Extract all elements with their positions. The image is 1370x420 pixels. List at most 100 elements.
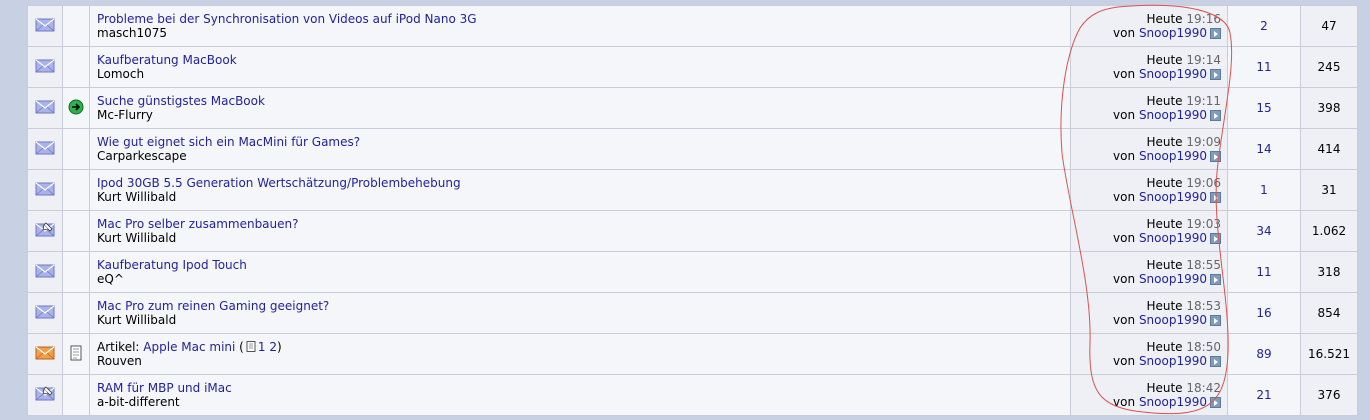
last-post-user-link[interactable]: Snoop1990 xyxy=(1139,395,1207,409)
last-post-time: 18:50 xyxy=(1186,339,1221,354)
table-row: Mac Pro zum reinen Gaming geeignet? Kurt … xyxy=(27,292,1358,334)
replies-count-link[interactable]: 34 xyxy=(1256,224,1271,238)
replies-count-link[interactable]: 1 xyxy=(1260,183,1268,197)
replies-count-link[interactable]: 14 xyxy=(1256,142,1271,156)
last-post-user-link[interactable]: Snoop1990 xyxy=(1139,149,1207,163)
last-post-day: Heute xyxy=(1146,216,1183,231)
last-post-by-label: von xyxy=(1113,148,1136,163)
views-cell: 245 xyxy=(1300,46,1358,88)
views-cell: 854 xyxy=(1300,292,1358,334)
table-row: Kaufberatung Ipod Touch eQ^ Heute 18:55 von… xyxy=(27,251,1358,293)
title-line: RAM für MBP und iMac xyxy=(97,381,1070,395)
last-post-user-link[interactable]: Snoop1990 xyxy=(1139,231,1207,245)
replies-count-link[interactable]: 21 xyxy=(1256,388,1271,402)
title-cell: Probleme bei der Synchronisation von Vid… xyxy=(89,5,1071,47)
goto-last-post-icon[interactable] xyxy=(1210,150,1221,162)
replies-count-link[interactable]: 15 xyxy=(1256,101,1271,115)
post-icon-cell xyxy=(62,251,90,293)
title-line: Artikel: Apple Mac mini (1 2) xyxy=(97,340,282,354)
thread-author: Lomoch xyxy=(97,67,145,81)
goto-last-post-icon[interactable] xyxy=(1210,191,1221,203)
replies-cell: 15 xyxy=(1227,87,1301,129)
last-post-day: Heute xyxy=(1146,257,1183,272)
goto-last-post-icon[interactable] xyxy=(1210,109,1221,121)
last-post-user-link[interactable]: Snoop1990 xyxy=(1139,26,1207,40)
goto-last-post-icon[interactable] xyxy=(1210,355,1221,367)
last-post-user-link[interactable]: Snoop1990 xyxy=(1139,67,1207,81)
thread-title-link[interactable]: Ipod 30GB 5.5 Generation Wertschätzung/P… xyxy=(97,176,461,190)
goto-last-post-icon[interactable] xyxy=(1210,273,1221,285)
views-count: 47 xyxy=(1321,19,1337,33)
arrow-icon xyxy=(68,99,84,115)
last-post-by-label: von xyxy=(1113,66,1136,81)
last-post-date: Heute 18:55 xyxy=(1071,257,1221,272)
title-cell: Wie gut eignet sich ein MacMini für Game… xyxy=(89,128,1071,170)
thread-title-link[interactable]: Mac Pro zum reinen Gaming geeignet? xyxy=(97,299,329,313)
thread-title-link[interactable]: Probleme bei der Synchronisation von Vid… xyxy=(97,12,477,26)
replies-count-link[interactable]: 16 xyxy=(1256,306,1271,320)
replies-count-link[interactable]: 89 xyxy=(1256,347,1271,361)
thread-author: Rouven xyxy=(97,354,142,368)
views-count: 414 xyxy=(1317,142,1341,156)
thread-title-link[interactable]: Kaufberatung MacBook xyxy=(97,53,237,67)
last-post-day: Heute xyxy=(1146,380,1183,395)
last-post-date: Heute 18:50 xyxy=(1071,339,1221,354)
views-cell: 31 xyxy=(1300,169,1358,211)
title-cell: Mac Pro zum reinen Gaming geeignet? Kurt … xyxy=(89,292,1071,334)
title-cell: Artikel: Apple Mac mini (1 2) Rouven xyxy=(89,333,1071,375)
table-row: Artikel: Apple Mac mini (1 2) Rouven Heute… xyxy=(27,333,1358,375)
envelope-icon xyxy=(35,140,55,158)
thread-title-link[interactable]: RAM für MBP und iMac xyxy=(97,381,232,395)
last-post-cell: Heute 19:09 von Snoop1990 xyxy=(1070,128,1228,170)
views-cell: 398 xyxy=(1300,87,1358,129)
table-row: Mac Pro selber zusammenbauen? Kurt Willib… xyxy=(27,210,1358,252)
thread-author: eQ^ xyxy=(97,272,124,286)
thread-title-link[interactable]: Apple Mac mini xyxy=(143,340,235,354)
envelope-icon xyxy=(35,17,55,35)
page-link-2[interactable]: 2 xyxy=(269,340,277,354)
last-post-user-line: von Snoop1990 xyxy=(1071,354,1221,368)
views-count: 854 xyxy=(1317,306,1341,320)
title-cell: Suche günstigstes MacBook Mc-Flurry xyxy=(89,87,1071,129)
thread-author: masch1075 xyxy=(97,26,168,40)
thread-title-link[interactable]: Kaufberatung Ipod Touch xyxy=(97,258,247,272)
goto-last-post-icon[interactable] xyxy=(1210,314,1221,326)
replies-cell: 1 xyxy=(1227,169,1301,211)
last-post-user-link[interactable]: Snoop1990 xyxy=(1139,190,1207,204)
envelope-posted-icon xyxy=(35,386,55,404)
last-post-user-link[interactable]: Snoop1990 xyxy=(1139,272,1207,286)
last-post-user-link[interactable]: Snoop1990 xyxy=(1139,108,1207,122)
last-post-user-link[interactable]: Snoop1990 xyxy=(1139,313,1207,327)
replies-count-link[interactable]: 2 xyxy=(1260,19,1268,33)
replies-count-link[interactable]: 11 xyxy=(1256,60,1271,74)
status-cell xyxy=(27,210,63,252)
status-cell xyxy=(27,128,63,170)
last-post-cell: Heute 18:50 von Snoop1990 xyxy=(1070,333,1228,375)
thread-title-link[interactable]: Mac Pro selber zusammenbauen? xyxy=(97,217,299,231)
replies-count-link[interactable]: 11 xyxy=(1256,265,1271,279)
last-post-user-link[interactable]: Snoop1990 xyxy=(1139,354,1207,368)
goto-last-post-icon[interactable] xyxy=(1210,396,1221,408)
views-count: 245 xyxy=(1317,60,1341,74)
thread-title-link[interactable]: Suche günstigstes MacBook xyxy=(97,94,265,108)
goto-last-post-icon[interactable] xyxy=(1210,232,1221,244)
title-cell: Kaufberatung MacBook Lomoch xyxy=(89,46,1071,88)
thread-author: Kurt Willibald xyxy=(97,231,177,245)
post-icon-cell xyxy=(62,128,90,170)
last-post-time: 19:16 xyxy=(1186,11,1221,26)
post-icon-cell xyxy=(62,292,90,334)
last-post-cell: Heute 19:16 von Snoop1990 xyxy=(1070,5,1228,47)
thread-title-link[interactable]: Wie gut eignet sich ein MacMini für Game… xyxy=(97,135,360,149)
post-icon-cell xyxy=(62,5,90,47)
goto-last-post-icon[interactable] xyxy=(1210,27,1221,39)
table-row: Suche günstigstes MacBook Mc-Flurry Heute … xyxy=(27,87,1358,129)
last-post-date: Heute 19:06 xyxy=(1071,176,1221,190)
views-count: 1.062 xyxy=(1311,224,1347,238)
post-icon-cell xyxy=(62,87,90,129)
goto-last-post-icon[interactable] xyxy=(1210,68,1221,80)
last-post-cell: Heute 19:14 von Snoop1990 xyxy=(1070,46,1228,88)
table-row: Ipod 30GB 5.5 Generation Wertschätzung/P… xyxy=(27,169,1358,211)
page-link-1[interactable]: 1 xyxy=(258,340,266,354)
envelope-icon xyxy=(35,304,55,322)
post-icon-cell xyxy=(62,210,90,252)
